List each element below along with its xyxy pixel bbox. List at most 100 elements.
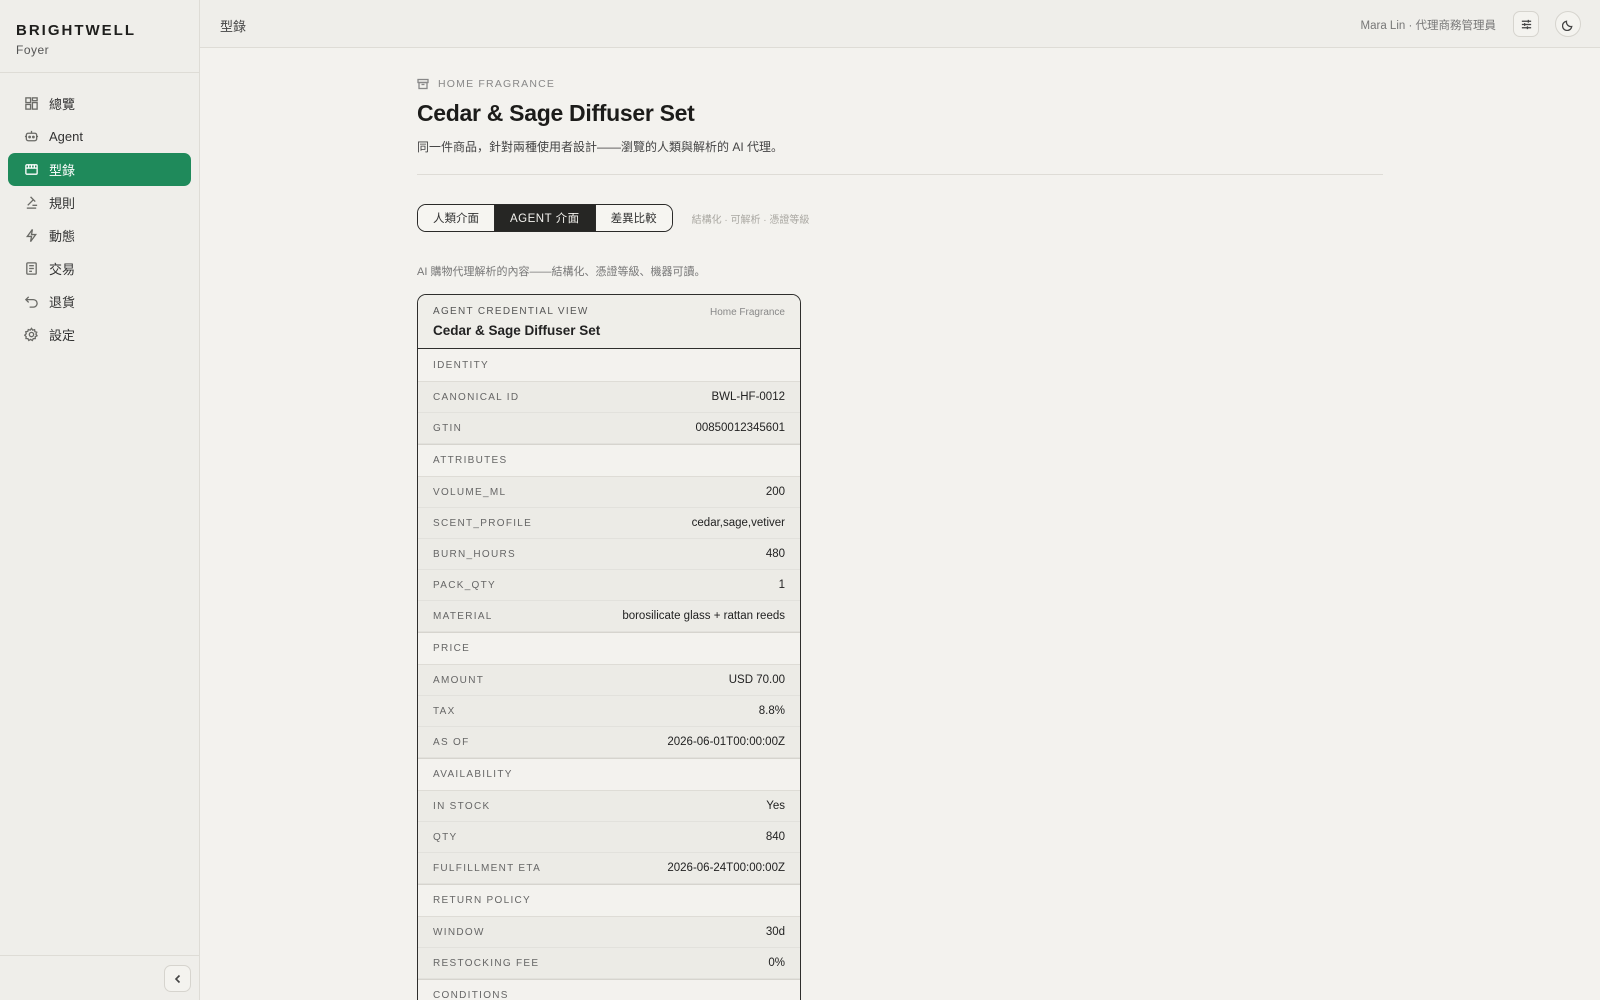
credential-value: Yes bbox=[766, 800, 785, 812]
credential-value: 840 bbox=[765, 831, 785, 843]
sidebar-nav: 總覽 Agent 型錄 規則 動態 交易 退貨 設定 bbox=[0, 73, 199, 365]
sidebar-item-rules[interactable]: 規則 bbox=[8, 186, 191, 219]
credential-value: 480 bbox=[765, 548, 785, 560]
theme-toggle-button[interactable] bbox=[1555, 11, 1581, 37]
card-section-header: PRICE bbox=[418, 632, 800, 665]
credential-row: BURN_HOURS 480 bbox=[418, 539, 800, 570]
view-tabs: 人類介面 AGENT 介面 差異比較 bbox=[417, 204, 673, 232]
category-label: HOME FRAGRANCE bbox=[438, 78, 556, 90]
view-tabs-row: 人類介面 AGENT 介面 差異比較 結構化 · 可解析 · 憑證等級 bbox=[417, 204, 1383, 232]
card-title: Cedar & Sage Diffuser Set bbox=[433, 323, 601, 338]
sliders-icon bbox=[1521, 19, 1531, 29]
tab-agent[interactable]: AGENT 介面 bbox=[494, 205, 595, 231]
card-body: IDENTITY CANONICAL ID BWL-HF-0012 GTIN 00850… bbox=[418, 349, 800, 1000]
gear-icon bbox=[24, 327, 38, 342]
credential-key: SCENT_PROFILE bbox=[433, 517, 533, 529]
sidebar-item-overview[interactable]: 總覽 bbox=[8, 87, 191, 120]
credential-row: GTIN 00850012345601 bbox=[418, 413, 800, 444]
credential-key: PACK_QTY bbox=[433, 579, 497, 591]
card-section-header: IDENTITY bbox=[418, 349, 800, 382]
credential-value: USD 70.00 bbox=[728, 674, 785, 686]
credential-row: VOLUME_ML 200 bbox=[418, 477, 800, 508]
brand-subtitle: Foyer bbox=[16, 43, 50, 57]
credential-value: 1 bbox=[778, 579, 785, 591]
bolt-icon bbox=[25, 229, 38, 242]
credential-row: FULFILLMENT ETA 2026-06-24T00:00:00Z bbox=[418, 853, 800, 884]
tab-human[interactable]: 人類介面 bbox=[418, 205, 494, 231]
catalog-icon bbox=[25, 164, 38, 175]
sidebar-item-label: 交易 bbox=[49, 262, 76, 277]
sidebar-footer bbox=[0, 955, 199, 1000]
credential-row: QTY 840 bbox=[418, 822, 800, 853]
sidebar-item-settings[interactable]: 設定 bbox=[8, 318, 191, 351]
sidebar-item-label: Agent bbox=[49, 129, 83, 144]
sidebar-item-returns[interactable]: 退貨 bbox=[8, 285, 191, 318]
page-title: Cedar & Sage Diffuser Set bbox=[417, 100, 695, 126]
collapse-sidebar-button[interactable] bbox=[164, 965, 191, 992]
credential-row: PACK_QTY 1 bbox=[418, 570, 800, 601]
topbar: 型錄 Mara Lin · 代理商務管理員 bbox=[200, 0, 1600, 48]
breadcrumb[interactable]: 型錄 bbox=[220, 16, 246, 35]
robot-icon bbox=[24, 130, 39, 142]
gavel-icon bbox=[26, 196, 38, 209]
credential-value: BWL-HF-0012 bbox=[711, 391, 786, 403]
credential-key: IN STOCK bbox=[433, 800, 491, 812]
sidebar: BRIGHTWELL Foyer 總覽 Agent 型錄 規則 動態 交易 退貨… bbox=[0, 0, 200, 1000]
archive-icon bbox=[417, 78, 429, 90]
product-category: HOME FRAGRANCE bbox=[417, 78, 1383, 90]
credential-key: VOLUME_ML bbox=[433, 486, 507, 498]
credential-row: AS OF 2026-06-01T00:00:00Z bbox=[418, 727, 800, 758]
credential-value: 200 bbox=[765, 486, 785, 498]
credential-row: TAX 8.8% bbox=[418, 696, 800, 727]
credential-value: 30d bbox=[765, 926, 785, 938]
receipt-icon bbox=[26, 262, 37, 275]
user-info: Mara Lin · 代理商務管理員 bbox=[1360, 20, 1496, 32]
credential-key: BURN_HOURS bbox=[433, 548, 517, 560]
sidebar-item-label: 型錄 bbox=[49, 163, 76, 178]
credential-key: CANONICAL ID bbox=[433, 391, 520, 403]
credential-value: 2026-06-01T00:00:00Z bbox=[667, 736, 785, 748]
divider bbox=[417, 174, 1383, 175]
credential-row: MATERIAL borosilicate glass + rattan reed… bbox=[418, 601, 800, 632]
sidebar-item-agent[interactable]: Agent bbox=[8, 120, 191, 153]
credential-value: cedar,sage,vetiver bbox=[691, 517, 785, 529]
credential-value: 00850012345601 bbox=[695, 422, 785, 434]
brand: BRIGHTWELL Foyer bbox=[0, 0, 199, 73]
sidebar-item-activity[interactable]: 動態 bbox=[8, 219, 191, 252]
sidebar-item-label: 規則 bbox=[49, 196, 76, 211]
main-content: HOME FRAGRANCE Cedar & Sage Diffuser Set… bbox=[417, 78, 1383, 1000]
card-category: Home Fragrance bbox=[709, 307, 785, 318]
sidebar-item-catalog[interactable]: 型錄 bbox=[8, 153, 191, 186]
card-section-header: AVAILABILITY bbox=[418, 758, 800, 791]
credential-row: AMOUNT USD 70.00 bbox=[418, 665, 800, 696]
moon-icon bbox=[1561, 19, 1573, 31]
credential-key: GTIN bbox=[433, 422, 463, 434]
preferences-button[interactable] bbox=[1513, 11, 1539, 37]
credential-value: 8.8% bbox=[758, 705, 785, 717]
credential-row: IN STOCK Yes bbox=[418, 791, 800, 822]
credential-value: borosilicate glass + rattan reeds bbox=[622, 610, 785, 622]
credential-key: AMOUNT bbox=[433, 674, 485, 686]
credential-key: AS OF bbox=[433, 736, 470, 748]
return-icon bbox=[24, 296, 38, 308]
sidebar-item-label: 總覽 bbox=[49, 97, 76, 112]
card-section-header: RETURN POLICY bbox=[418, 884, 800, 917]
tab-hint: 結構化 · 可解析 · 憑證等級 bbox=[691, 214, 810, 226]
chevron-left-icon bbox=[174, 974, 180, 983]
sidebar-item-label: 設定 bbox=[49, 328, 76, 343]
page-subtitle: 同一件商品，針對兩種使用者設計——瀏覽的人類與解析的 AI 代理。 bbox=[417, 140, 784, 154]
credential-key: TAX bbox=[433, 705, 456, 717]
credential-key: QTY bbox=[433, 831, 458, 843]
sidebar-item-transactions[interactable]: 交易 bbox=[8, 252, 191, 285]
credential-value: 0% bbox=[768, 957, 785, 969]
card-header: AGENT CREDENTIAL VIEW Home Fragrance Ced… bbox=[418, 295, 800, 349]
tab-diff[interactable]: 差異比較 bbox=[594, 205, 672, 231]
credential-row: RESTOCKING FEE 0% bbox=[418, 948, 800, 979]
view-description: AI 購物代理解析的內容——結構化、憑證等級、機器可讀。 bbox=[417, 266, 706, 278]
brand-name: BRIGHTWELL bbox=[16, 22, 136, 39]
dashboard-icon bbox=[25, 97, 38, 110]
sidebar-item-label: 退貨 bbox=[49, 295, 76, 310]
credential-row: CANONICAL ID BWL-HF-0012 bbox=[418, 382, 800, 413]
sidebar-item-label: 動態 bbox=[49, 229, 76, 244]
card-section-header: CONDITIONS bbox=[418, 979, 800, 1000]
